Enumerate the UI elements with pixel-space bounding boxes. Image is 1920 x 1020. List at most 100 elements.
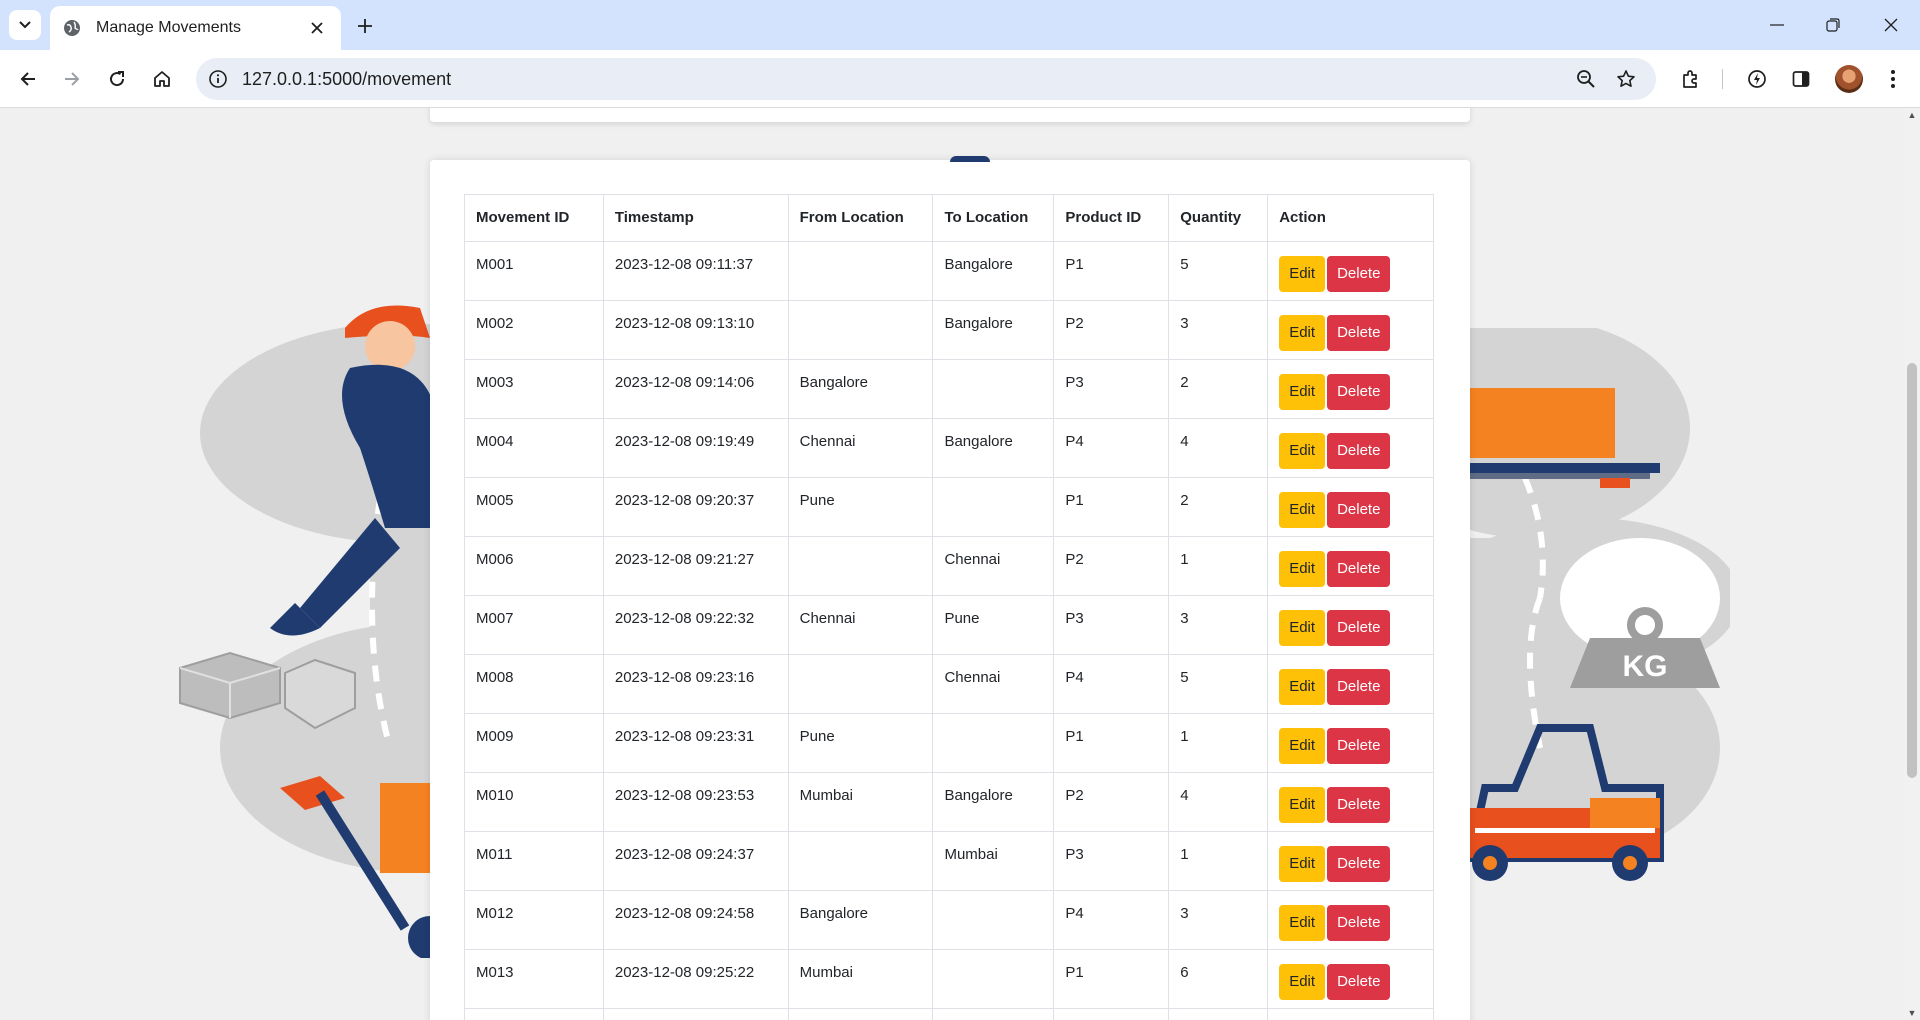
cell-to-location: Bangalore bbox=[932, 418, 1055, 478]
header-to-location: To Location bbox=[932, 194, 1055, 242]
cell-action: Edit Delete bbox=[1267, 949, 1434, 1009]
cell-to-location: Mumbai bbox=[932, 831, 1055, 891]
cell-movement-id bbox=[464, 1008, 604, 1020]
window-close-icon[interactable] bbox=[1868, 10, 1914, 40]
cell-action: Edit Delete bbox=[1267, 772, 1434, 832]
delete-button[interactable]: Delete bbox=[1327, 315, 1391, 351]
header-quantity: Quantity bbox=[1168, 194, 1269, 242]
cell-to-location: Bangalore bbox=[932, 300, 1055, 360]
delete-button[interactable]: Delete bbox=[1327, 905, 1391, 941]
menu-icon[interactable] bbox=[1876, 62, 1910, 96]
close-icon[interactable] bbox=[305, 16, 329, 40]
edit-button[interactable]: Edit bbox=[1279, 433, 1326, 469]
cell-timestamp: 2023-12-08 09:22:32 bbox=[602, 595, 789, 655]
cell-movement-id: M013 bbox=[464, 949, 604, 1009]
info-icon[interactable] bbox=[206, 67, 230, 91]
table-row: M004 2023-12-08 09:19:49 Chennai Bangalore P… bbox=[464, 418, 1434, 478]
header-movement-id: Movement ID bbox=[464, 194, 604, 242]
delete-button[interactable]: Delete bbox=[1327, 256, 1391, 292]
home-icon[interactable] bbox=[145, 62, 179, 96]
cell-quantity: 2 bbox=[1168, 359, 1269, 419]
edit-button[interactable]: Edit bbox=[1279, 256, 1326, 292]
back-icon[interactable] bbox=[11, 62, 45, 96]
edit-button[interactable]: Edit bbox=[1279, 374, 1326, 410]
edit-button[interactable]: Edit bbox=[1279, 787, 1326, 823]
cell-from-location: Bangalore bbox=[787, 890, 934, 950]
delete-button[interactable]: Delete bbox=[1327, 787, 1391, 823]
cell-action: Edit Delete bbox=[1267, 418, 1434, 478]
cell-timestamp: 2023-12-08 09:14:06 bbox=[602, 359, 789, 419]
cell-to-location bbox=[932, 890, 1055, 950]
url-text[interactable]: 127.0.0.1:5000/movement bbox=[242, 69, 451, 90]
performance-icon[interactable] bbox=[1740, 62, 1774, 96]
extensions-icon[interactable] bbox=[1674, 62, 1708, 96]
cell-timestamp: 2023-12-08 09:11:37 bbox=[602, 241, 789, 301]
cell-product-id: P2 bbox=[1053, 300, 1170, 360]
cell-to-location bbox=[932, 1008, 1055, 1020]
table-row: M005 2023-12-08 09:20:37 Pune P1 2 Edit Delete bbox=[464, 477, 1434, 537]
cell-quantity: 5 bbox=[1168, 241, 1269, 301]
scroll-down-icon[interactable]: ▼ bbox=[1907, 1008, 1917, 1018]
cell-quantity: 2 bbox=[1168, 477, 1269, 537]
cell-to-location: Bangalore bbox=[932, 241, 1055, 301]
cell-from-location: Mumbai bbox=[787, 949, 934, 1009]
cell-quantity: 4 bbox=[1168, 772, 1269, 832]
cell-to-location bbox=[932, 477, 1055, 537]
delete-button[interactable]: Delete bbox=[1327, 846, 1391, 882]
profile-avatar[interactable] bbox=[1835, 65, 1863, 93]
header-product-id: Product ID bbox=[1053, 194, 1170, 242]
address-bar[interactable]: 127.0.0.1:5000/movement bbox=[196, 58, 1656, 100]
edit-button[interactable]: Edit bbox=[1279, 846, 1326, 882]
cell-timestamp: 2023-12-08 09:25:22 bbox=[602, 949, 789, 1009]
delete-button[interactable]: Delete bbox=[1327, 433, 1391, 469]
delete-button[interactable]: Delete bbox=[1327, 492, 1391, 528]
table-row: M009 2023-12-08 09:23:31 Pune P1 1 Edit Delete bbox=[464, 713, 1434, 773]
forward-icon[interactable] bbox=[55, 62, 89, 96]
cell-to-location: Pune bbox=[932, 595, 1055, 655]
restore-icon[interactable] bbox=[1810, 10, 1856, 40]
cell-to-location: Bangalore bbox=[932, 772, 1055, 832]
delete-button[interactable]: Delete bbox=[1327, 728, 1391, 764]
cell-product-id: P3 bbox=[1053, 831, 1170, 891]
tab-list-icon[interactable] bbox=[9, 10, 41, 40]
edit-button[interactable]: Edit bbox=[1279, 610, 1326, 646]
edit-button[interactable]: Edit bbox=[1279, 964, 1326, 1000]
zoom-icon[interactable] bbox=[1574, 67, 1598, 91]
edit-button[interactable]: Edit bbox=[1279, 728, 1326, 764]
edit-button[interactable]: Edit bbox=[1279, 905, 1326, 941]
delete-button[interactable]: Delete bbox=[1327, 669, 1391, 705]
cell-movement-id: M006 bbox=[464, 536, 604, 596]
table-row: M008 2023-12-08 09:23:16 Chennai P4 5 Edit Del… bbox=[464, 654, 1434, 714]
side-panel-icon[interactable] bbox=[1784, 62, 1818, 96]
cell-movement-id: M009 bbox=[464, 713, 604, 773]
page-scrollbar[interactable]: ▲ ▼ bbox=[1904, 108, 1920, 1020]
scroll-up-icon[interactable]: ▲ bbox=[1907, 110, 1917, 120]
delete-button[interactable]: Delete bbox=[1327, 610, 1391, 646]
active-tab[interactable]: Manage Movements bbox=[50, 6, 341, 50]
header-from-location: From Location bbox=[787, 194, 934, 242]
reload-icon[interactable] bbox=[100, 62, 134, 96]
plus-icon[interactable] bbox=[351, 12, 379, 40]
cell-action: Edit Delete bbox=[1267, 359, 1434, 419]
edit-button[interactable]: Edit bbox=[1279, 669, 1326, 705]
header-action: Action bbox=[1267, 194, 1434, 242]
delete-button[interactable]: Delete bbox=[1327, 374, 1391, 410]
cell-movement-id: M003 bbox=[464, 359, 604, 419]
edit-button[interactable]: Edit bbox=[1279, 551, 1326, 587]
minimize-icon[interactable] bbox=[1754, 10, 1800, 40]
cell-quantity: 4 bbox=[1168, 418, 1269, 478]
cell-action: Edit Delete bbox=[1267, 713, 1434, 773]
delete-button[interactable]: Delete bbox=[1327, 964, 1391, 1000]
cell-to-location bbox=[932, 713, 1055, 773]
cell-quantity: 6 bbox=[1168, 949, 1269, 1009]
scrollbar-thumb[interactable] bbox=[1907, 363, 1917, 778]
table-row: M013 2023-12-08 09:25:22 Mumbai P1 6 Edit Dele… bbox=[464, 949, 1434, 1009]
delete-button[interactable]: Delete bbox=[1327, 551, 1391, 587]
cell-to-location: Chennai bbox=[932, 536, 1055, 596]
edit-button[interactable]: Edit bbox=[1279, 492, 1326, 528]
cell-action: Edit Delete bbox=[1267, 300, 1434, 360]
star-icon[interactable] bbox=[1614, 67, 1638, 91]
cell-product-id: P4 bbox=[1053, 890, 1170, 950]
cell-product-id bbox=[1053, 1008, 1170, 1020]
edit-button[interactable]: Edit bbox=[1279, 315, 1326, 351]
